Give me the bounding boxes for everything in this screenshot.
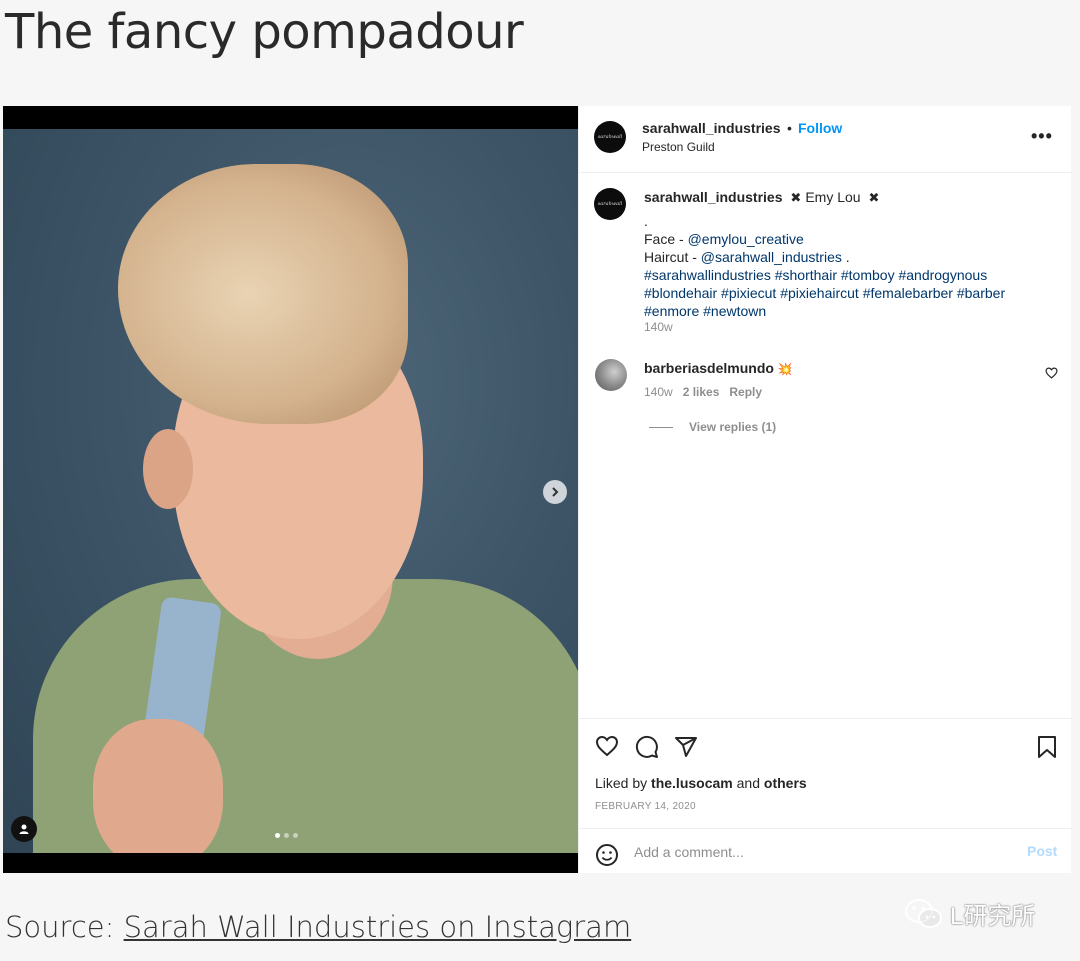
heart-icon xyxy=(1045,367,1058,379)
comment-header: barberiasdelmundo 💥 xyxy=(644,360,793,376)
post-date[interactable]: FEBRUARY 14, 2020 xyxy=(595,801,696,812)
smiley-icon xyxy=(596,844,618,866)
chevron-right-icon xyxy=(552,487,559,497)
caption-author-avatar[interactable]: sarahwall xyxy=(594,188,626,220)
heart-icon xyxy=(595,735,619,757)
follow-button[interactable]: Follow xyxy=(798,120,842,136)
comment-likes[interactable]: 2 likes xyxy=(683,385,720,399)
post-media[interactable] xyxy=(3,106,578,873)
article-title: The fancy pompadour xyxy=(5,4,524,60)
caption-haircut-suffix: . xyxy=(841,249,850,265)
cross-mark-icon: ✖ xyxy=(868,190,880,205)
comment-timestamp[interactable]: 140w xyxy=(644,385,673,399)
post-actions: Liked by the.lusocam and others FEBRUARY… xyxy=(579,718,1072,828)
hashtag-line[interactable]: #enmore #newtown xyxy=(644,302,766,320)
photo-ear xyxy=(143,429,193,509)
share-icon xyxy=(675,737,697,757)
post-sidebar: sarahwall sarahwall_industries • Follow … xyxy=(578,106,1072,873)
post-location[interactable]: Preston Guild xyxy=(642,140,715,154)
person-icon xyxy=(19,824,29,834)
post-photo xyxy=(3,129,578,853)
carousel-dot xyxy=(284,833,289,838)
comment-icon xyxy=(635,735,658,758)
carousel-dots xyxy=(275,833,298,838)
liked-and: and xyxy=(732,775,764,791)
emoji-button[interactable] xyxy=(595,843,619,872)
save-button[interactable] xyxy=(1037,735,1057,764)
watermark-text: L研究所 xyxy=(950,903,1036,930)
liked-prefix: Liked by xyxy=(595,775,652,791)
bookmark-icon xyxy=(1038,736,1056,758)
collision-emoji: 💥 xyxy=(777,362,793,376)
liked-by-user[interactable]: the.lusocam xyxy=(651,775,733,791)
hashtag-line[interactable]: #blondehair #pixiecut #pixiehaircut #fem… xyxy=(644,284,1005,302)
like-button[interactable] xyxy=(595,735,619,762)
media-letterbox xyxy=(3,853,578,873)
source-credit: Source: Sarah Wall Industries on Instagr… xyxy=(5,910,631,944)
more-options-icon[interactable]: ••• xyxy=(1031,126,1053,147)
author-username[interactable]: sarahwall_industries xyxy=(642,120,781,136)
commenter-username[interactable]: barberiasdelmundo xyxy=(644,360,774,376)
photo-hand xyxy=(93,719,223,853)
wechat-watermark: L研究所 xyxy=(904,896,1035,931)
caption-face-line: Face - @emylou_creative xyxy=(644,230,804,248)
liked-by: Liked by the.lusocam and others xyxy=(595,775,807,791)
mention-link[interactable]: @sarahwall_industries xyxy=(701,249,842,265)
source-prefix: Source: xyxy=(5,910,124,944)
wechat-icon xyxy=(905,898,942,928)
share-button[interactable] xyxy=(674,735,698,764)
caption-haircut-line: Haircut - @sarahwall_industries . xyxy=(644,248,850,266)
post-header: sarahwall sarahwall_industries • Follow … xyxy=(579,106,1072,173)
replies-divider xyxy=(649,426,673,428)
hashtag-line[interactable]: #sarahwallindustries #shorthair #tomboy … xyxy=(644,266,987,284)
instagram-post-embed: sarahwall sarahwall_industries • Follow … xyxy=(3,106,1072,873)
comment-button[interactable] xyxy=(635,735,659,764)
avatar-logo-text: sarahwall xyxy=(597,134,623,140)
photo-hair xyxy=(118,164,408,424)
caption-header: sarahwall_industries ✖ Emy Lou ✖ xyxy=(644,189,883,206)
view-replies-label: View replies (1) xyxy=(689,420,777,434)
header-separator: • xyxy=(787,120,792,136)
post-comment-button[interactable]: Post xyxy=(1027,843,1057,859)
carousel-next-button[interactable] xyxy=(543,480,567,504)
liked-others[interactable]: others xyxy=(764,775,807,791)
carousel-dot xyxy=(275,833,280,838)
comment-like-button[interactable] xyxy=(1045,366,1058,384)
source-link[interactable]: Sarah Wall Industries on Instagram xyxy=(124,910,632,944)
commenter-avatar[interactable] xyxy=(595,359,627,391)
carousel-dot xyxy=(293,833,298,838)
caption-timestamp[interactable]: 140w xyxy=(644,320,673,334)
caption-dot-line: . xyxy=(644,213,648,229)
cross-mark-icon: ✖ xyxy=(790,190,802,205)
comment-reply-button[interactable]: Reply xyxy=(729,385,762,399)
comment-input[interactable] xyxy=(634,839,1004,865)
view-replies-button[interactable]: View replies (1) xyxy=(649,420,776,434)
author-avatar[interactable]: sarahwall xyxy=(594,121,626,153)
avatar-logo-text: sarahwall xyxy=(597,201,623,207)
add-comment-bar: Post xyxy=(579,828,1072,873)
tagged-users-button[interactable] xyxy=(11,816,37,842)
comment-meta: 140w 2 likes Reply xyxy=(644,385,762,399)
mention-link[interactable]: @emylou_creative xyxy=(688,231,804,247)
caption-tag-name: Emy Lou xyxy=(805,189,861,205)
caption-face-prefix: Face - xyxy=(644,231,688,247)
caption-haircut-prefix: Haircut - xyxy=(644,249,701,265)
caption-username[interactable]: sarahwall_industries xyxy=(644,189,783,205)
